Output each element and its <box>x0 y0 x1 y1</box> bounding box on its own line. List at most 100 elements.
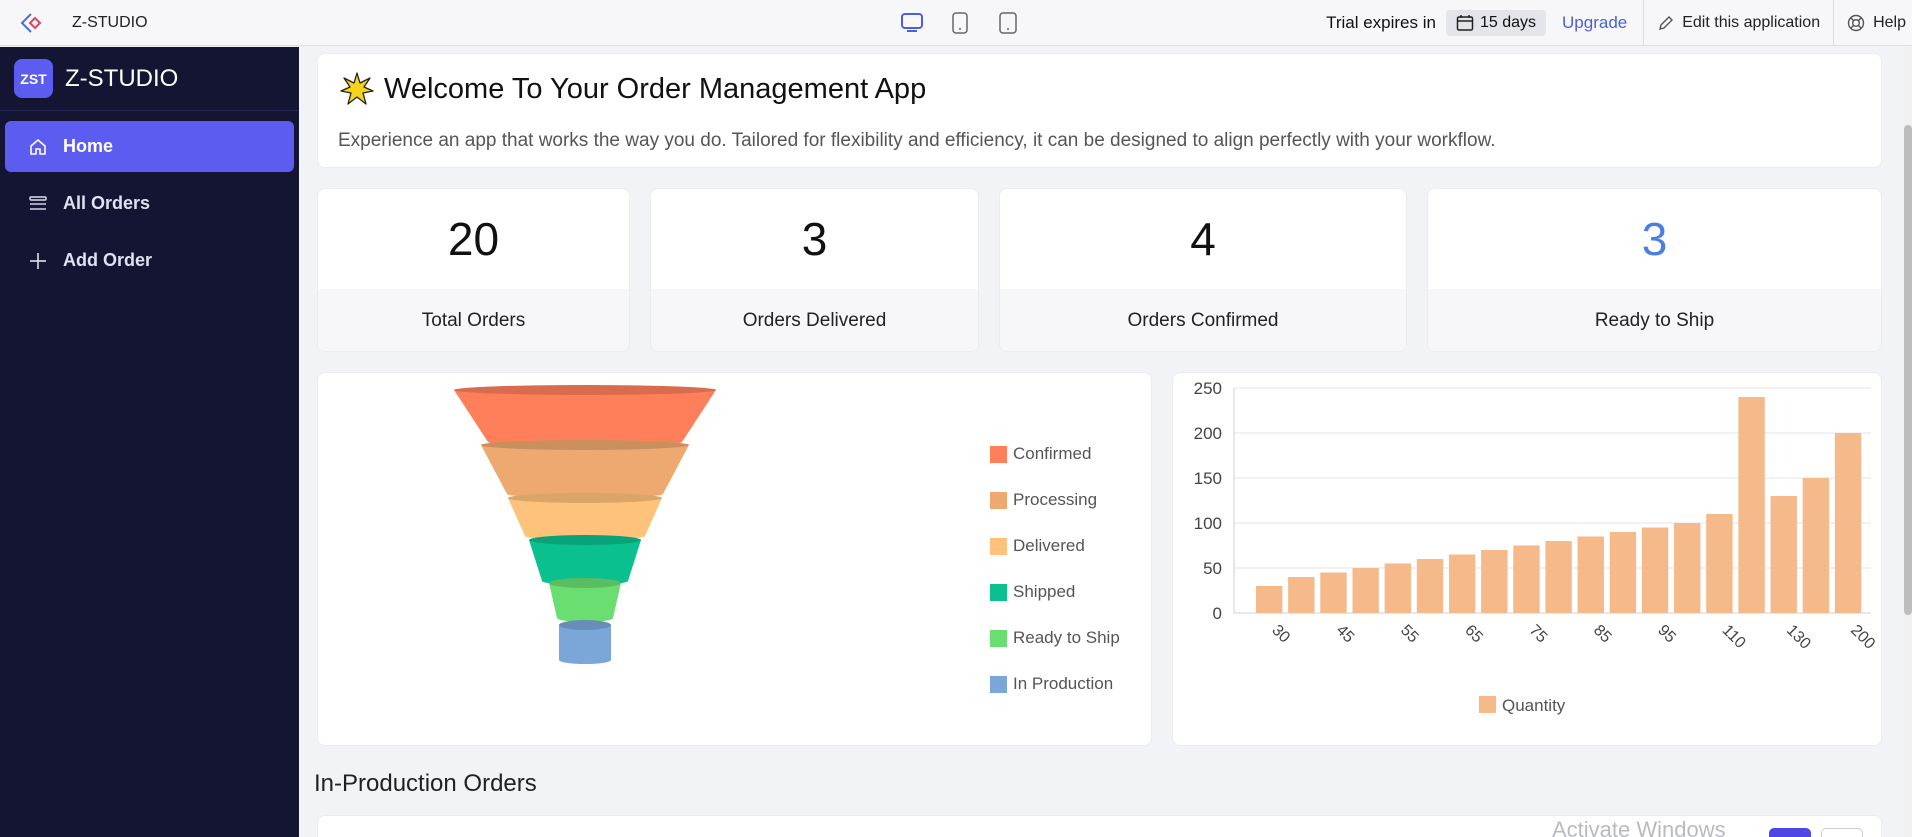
legend-item[interactable]: Shipped <box>990 569 1120 615</box>
sidebar-item-label: Home <box>63 136 114 156</box>
legend-swatch <box>990 445 1007 463</box>
desktop-view-icon[interactable] <box>895 8 929 38</box>
x-tick-label: 55 <box>1397 622 1422 647</box>
bar[interactable] <box>1448 554 1476 614</box>
funnel-segment[interactable] <box>454 385 716 446</box>
bar[interactable] <box>1320 572 1347 614</box>
x-tick-label: 45 <box>1333 622 1358 647</box>
legend-item[interactable]: In Production <box>990 661 1120 707</box>
bar[interactable] <box>1513 545 1540 614</box>
sidebar: ZST Z-STUDIO Home All Orders Add Order <box>0 47 299 837</box>
calendar-icon <box>1456 15 1474 31</box>
funnel-segment[interactable] <box>529 535 641 585</box>
bar[interactable] <box>1706 514 1733 613</box>
legend-label: Confirmed <box>1013 444 1092 463</box>
bar[interactable] <box>1577 536 1604 614</box>
section-title: In-Production Orders <box>314 770 537 797</box>
legend-item[interactable]: Processing <box>990 477 1120 523</box>
bar[interactable] <box>1641 527 1669 614</box>
legend-label: Quantity <box>1502 696 1566 715</box>
funnel-legend: Confirmed Processing Delivered Shipped Ready… <box>990 431 1120 707</box>
legend-swatch <box>990 583 1007 601</box>
bar[interactable] <box>1674 523 1701 613</box>
legend-swatch <box>990 629 1007 647</box>
app-badge: ZST <box>14 59 53 98</box>
tablet-view-icon[interactable] <box>943 8 977 38</box>
bar[interactable] <box>1545 541 1572 613</box>
bar-chart-card: 0 50 100 150 200 250 30 45 55 65 75 85 95 110 130 200 Qu… <box>1172 372 1882 746</box>
bar-legend-item[interactable]: Quantity <box>1479 696 1566 715</box>
x-tick-label: 200 <box>1847 622 1878 653</box>
top-bar: Z-STUDIO Trial expires in 15 days Upgrad… <box>0 0 1912 46</box>
scrollbar-thumb[interactable] <box>1904 125 1912 615</box>
edit-application-label: Edit this application <box>1682 14 1821 31</box>
stat-value: 3 <box>801 213 828 265</box>
stat-label: Ready to Ship <box>1428 289 1881 351</box>
stat-value: 3 <box>1641 213 1668 265</box>
stat-label: Total Orders <box>318 289 629 351</box>
y-tick-label: 0 <box>1213 604 1222 623</box>
y-tick-label: 100 <box>1194 514 1222 533</box>
legend-swatch <box>990 537 1007 555</box>
stat-card-total-orders: 20 Total Orders <box>317 188 630 352</box>
sidebar-item-home[interactable]: Home <box>5 121 294 172</box>
bar[interactable] <box>1288 577 1315 613</box>
bar[interactable] <box>1352 568 1379 613</box>
stat-value: 4 <box>1190 213 1216 265</box>
bar[interactable] <box>1834 433 1862 613</box>
bar[interactable] <box>1770 496 1797 613</box>
funnel-segment[interactable] <box>549 578 621 622</box>
sparkle-star-icon <box>340 72 374 105</box>
funnel-segment[interactable] <box>508 493 662 540</box>
legend-swatch <box>1479 696 1496 713</box>
x-tick-label: 30 <box>1268 622 1293 647</box>
welcome-title: Welcome To Your Order Management App <box>384 72 927 105</box>
stat-value: 20 <box>447 213 500 265</box>
sidebar-brand: ZST Z-STUDIO <box>0 47 299 111</box>
stat-label: Orders Confirmed <box>1000 289 1406 351</box>
bar[interactable] <box>1481 550 1508 613</box>
device-switcher <box>895 8 1025 38</box>
sidebar-item-all-orders[interactable]: All Orders <box>5 178 294 229</box>
bar[interactable] <box>1738 397 1765 613</box>
x-tick-label: 110 <box>1719 622 1749 652</box>
help-button[interactable]: Help <box>1834 14 1912 32</box>
legend-label: Processing <box>1013 490 1098 509</box>
legend-swatch <box>990 491 1007 509</box>
legend-label: Delivered <box>1013 536 1085 555</box>
y-tick-label: 50 <box>1203 559 1222 578</box>
pagination-button[interactable] <box>1821 828 1863 837</box>
y-tick-label: 200 <box>1194 424 1222 443</box>
pencil-icon <box>1659 16 1674 30</box>
bar[interactable] <box>1802 478 1830 613</box>
edit-application-button[interactable]: Edit this application <box>1644 14 1833 32</box>
bar[interactable] <box>1384 563 1412 614</box>
mobile-view-icon[interactable] <box>991 8 1025 38</box>
y-tick-label: 150 <box>1194 469 1222 488</box>
bar[interactable] <box>1256 586 1283 613</box>
bar-chart: 0 50 100 150 200 250 30 45 55 65 75 85 95 110 130 200 Qu… <box>1194 379 1879 715</box>
legend-label: In Production <box>1013 674 1114 693</box>
legend-item[interactable]: Confirmed <box>990 431 1120 477</box>
bar[interactable] <box>1416 559 1444 613</box>
sidebar-title: Z-STUDIO <box>65 64 179 92</box>
sidebar-item-add-order[interactable]: Add Order <box>5 235 294 286</box>
x-tick-label: 65 <box>1461 622 1486 647</box>
welcome-card: Welcome To Your Order Management App Exp… <box>317 53 1882 168</box>
legend-item[interactable]: Ready to Ship <box>990 615 1120 661</box>
help-label: Help <box>1873 14 1906 31</box>
funnel-segment[interactable] <box>481 440 689 498</box>
legend-swatch <box>990 675 1007 693</box>
back-logo-icon[interactable] <box>0 0 60 46</box>
legend-item[interactable]: Delivered <box>990 523 1120 569</box>
sidebar-nav: Home All Orders Add Order <box>0 111 299 302</box>
home-icon <box>27 136 49 158</box>
bar[interactable] <box>1609 532 1637 613</box>
funnel-segment[interactable] <box>559 620 611 664</box>
x-tick-label: 75 <box>1526 622 1551 647</box>
upgrade-link[interactable]: Upgrade <box>1562 13 1627 33</box>
page-scrollbar[interactable] <box>1904 47 1912 837</box>
list-icon <box>27 193 49 215</box>
pagination-button[interactable] <box>1769 828 1811 837</box>
help-lifebuoy-icon <box>1847 14 1865 32</box>
